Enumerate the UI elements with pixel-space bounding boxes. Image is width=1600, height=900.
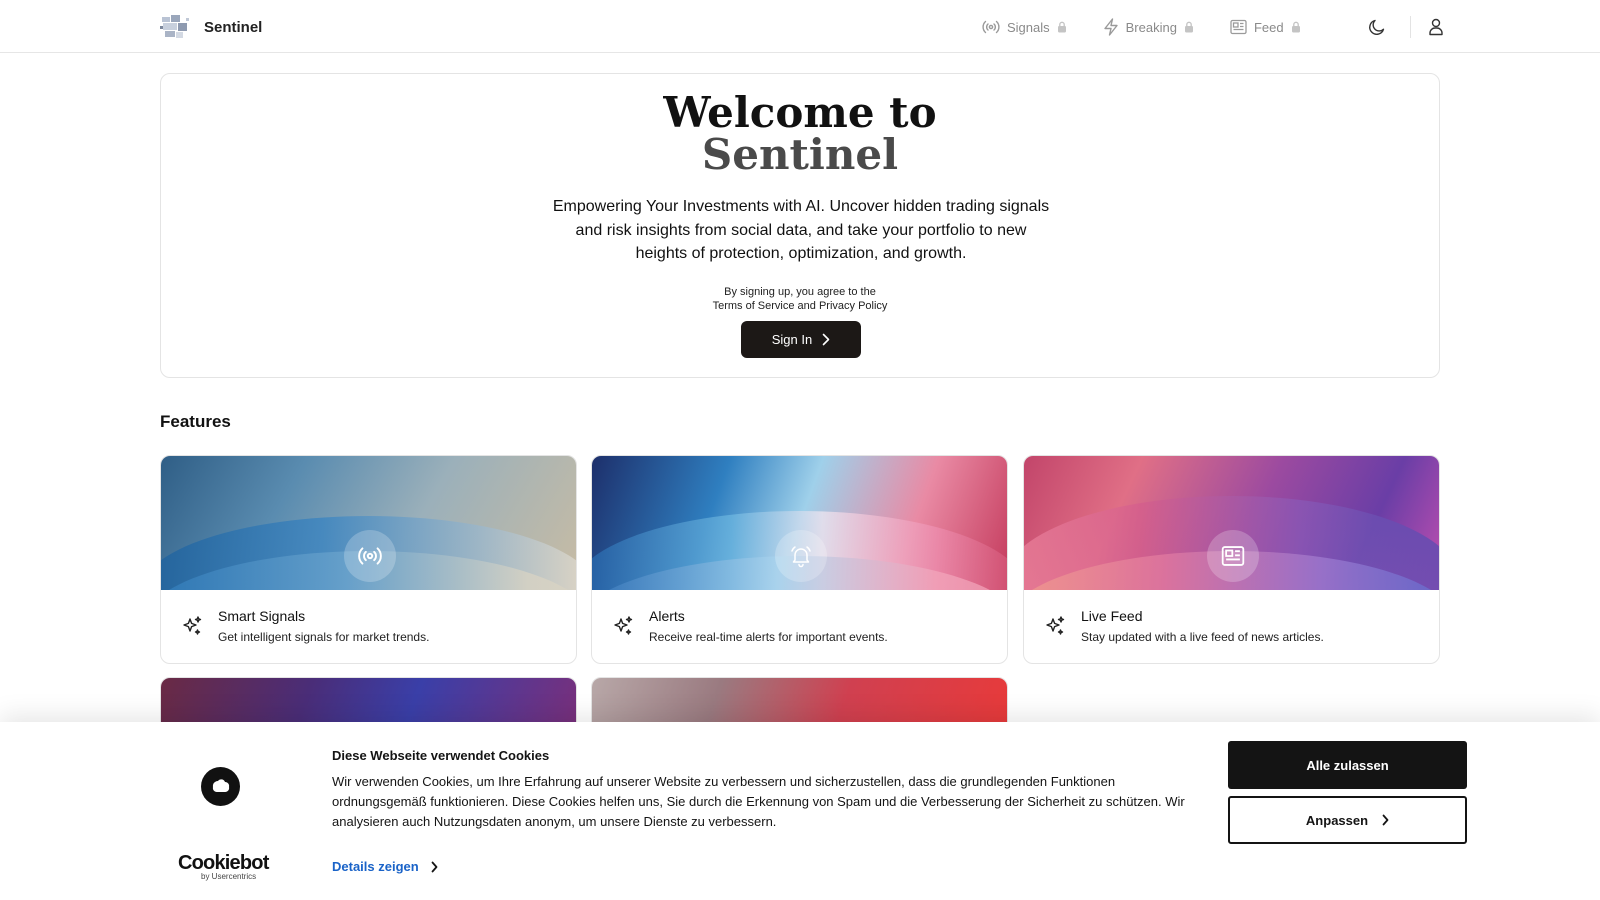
nav-feed[interactable]: Feed — [1230, 16, 1301, 38]
sparkles-icon — [183, 616, 202, 635]
lock-icon — [1057, 21, 1066, 33]
cookie-title: Diese Webseite verwendet Cookies — [332, 748, 550, 763]
nav-breaking-label: Breaking — [1125, 19, 1177, 35]
feature-title: Alerts — [649, 608, 685, 624]
lock-icon — [1291, 21, 1300, 33]
hero-subtitle: Empowering Your Investments with AI. Unc… — [552, 198, 1050, 262]
cookiebot-logo-icon — [201, 767, 240, 806]
sign-in-label: Sign In — [771, 332, 813, 347]
feature-card-alerts[interactable]: Alerts Receive real-time alerts for impo… — [591, 455, 1008, 664]
newspaper-icon — [1230, 19, 1247, 35]
terms-link[interactable]: Terms of Service and Privacy Policy — [161, 299, 1439, 313]
feature-description: Get intelligent signals for market trend… — [218, 630, 430, 644]
cookie-text: Wir verwenden Cookies, um Ihre Erfahrung… — [332, 774, 1185, 829]
header-divider — [1410, 16, 1411, 38]
feature-image-alerts — [592, 456, 1007, 590]
feature-badge — [775, 530, 827, 582]
welcome-card: Welcome to Sentinel Empowering Your Inve… — [160, 73, 1440, 378]
brand[interactable]: Sentinel — [160, 14, 262, 40]
sparkles-icon — [1046, 616, 1065, 635]
hero-title-line2: Sentinel — [701, 130, 899, 179]
feature-title: Smart Signals — [218, 608, 306, 624]
nav-signals[interactable]: Signals — [982, 16, 1067, 38]
allow-all-button[interactable]: Alle zulassen — [1228, 741, 1467, 789]
hero-title-line1: Welcome to — [663, 88, 937, 137]
chevron-right-icon — [431, 861, 438, 872]
broadcast-icon — [982, 20, 1000, 34]
nav-breaking[interactable]: Breaking — [1103, 16, 1194, 38]
terms-notice: By signing up, you agree to the Terms of… — [161, 285, 1439, 313]
feature-card-live-feed[interactable]: Live Feed Stay updated with a live feed … — [1023, 455, 1440, 664]
user-menu-button[interactable] — [1423, 14, 1449, 40]
feature-badge — [344, 530, 396, 582]
newspaper-icon — [1221, 546, 1245, 566]
broadcast-icon — [358, 547, 382, 565]
header-actions — [1364, 14, 1449, 40]
moon-icon — [1369, 19, 1385, 35]
user-icon — [1429, 18, 1443, 36]
brand-name: Sentinel — [204, 18, 263, 36]
show-details-link[interactable]: Details zeigen — [332, 859, 438, 874]
feature-image-live-feed — [1024, 456, 1439, 590]
feature-badge — [1207, 530, 1259, 582]
nav-feed-label: Feed — [1253, 19, 1284, 35]
customize-label: Anpassen — [1305, 812, 1369, 828]
feature-body: Smart Signals Get intelligent signals fo… — [161, 590, 576, 663]
feature-body: Live Feed Stay updated with a live feed … — [1024, 590, 1439, 663]
cookiebot-brand-sub: by Usercentrics — [201, 872, 257, 881]
chevron-right-icon — [822, 333, 830, 346]
sentinel-logo-icon — [160, 14, 190, 40]
feature-image-smart-signals — [161, 456, 576, 590]
chevron-right-icon — [1382, 814, 1389, 826]
sign-in-button[interactable]: Sign In — [741, 321, 861, 358]
hero-title: Welcome to Sentinel — [161, 92, 1439, 176]
nav-signals-label: Signals — [1007, 19, 1050, 35]
bell-icon — [791, 546, 811, 568]
feature-body: Alerts Receive real-time alerts for impo… — [592, 590, 1007, 663]
top-navbar: Sentinel Signals Breaking Feed — [0, 0, 1600, 53]
feature-title: Live Feed — [1081, 608, 1143, 624]
features-heading: Features — [160, 412, 231, 431]
lock-icon — [1184, 21, 1193, 33]
feature-description: Stay updated with a live feed of news ar… — [1081, 630, 1324, 644]
terms-line1: By signing up, you agree to the — [724, 286, 876, 298]
feature-description: Receive real-time alerts for important e… — [649, 630, 888, 644]
sparkles-icon — [614, 616, 633, 635]
customize-button[interactable]: Anpassen — [1228, 796, 1467, 844]
cookie-consent-banner: Cookiebot by Usercentrics Diese Webseite… — [0, 722, 1600, 900]
lightning-icon — [1103, 18, 1118, 36]
show-details-label: Details zeigen — [332, 859, 419, 874]
theme-toggle-button[interactable] — [1364, 14, 1390, 40]
main-nav: Signals Breaking Feed — [982, 16, 1337, 38]
feature-card-smart-signals[interactable]: Smart Signals Get intelligent signals fo… — [160, 455, 577, 664]
